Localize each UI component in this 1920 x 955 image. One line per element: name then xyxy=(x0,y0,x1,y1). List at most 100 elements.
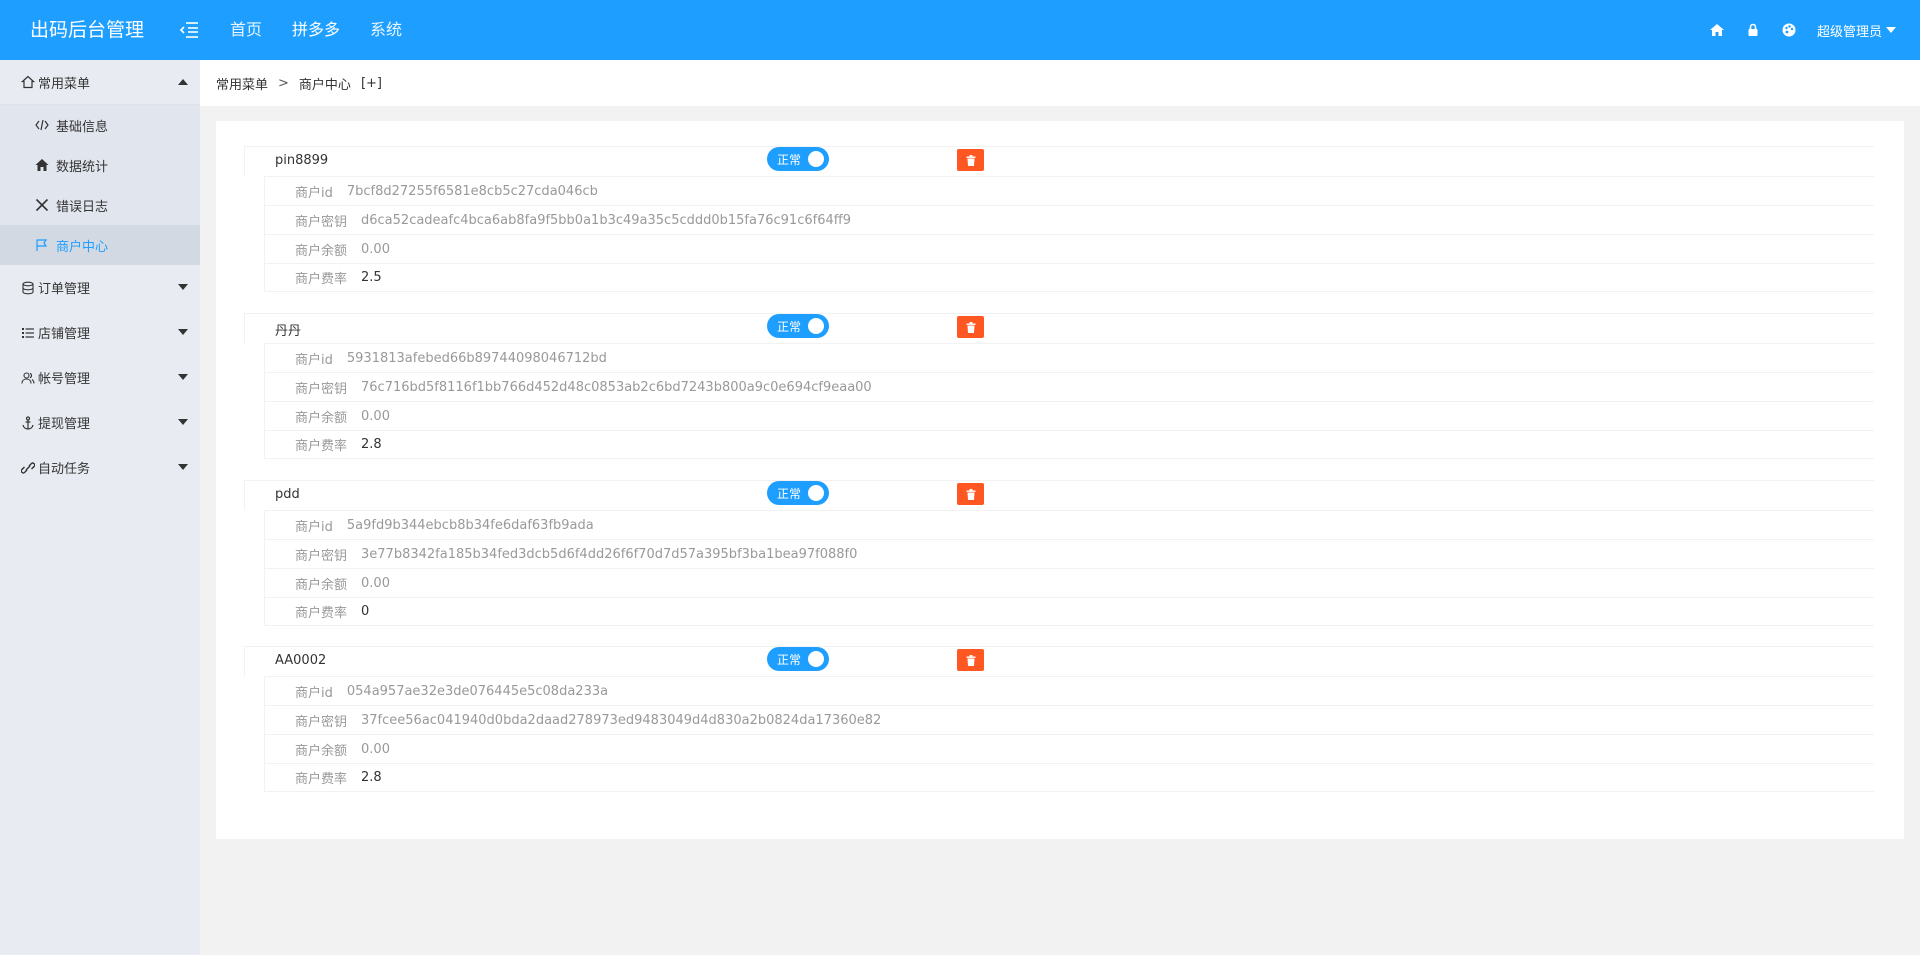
toggle-knob xyxy=(808,651,824,667)
status-toggle-label: 正常 xyxy=(777,153,802,167)
merchant-detail-rows: 商户id 5a9fd9b344ebcb8b34fe6daf63fb9ada 商户密… xyxy=(264,510,1874,626)
sidebar-group-withdraw[interactable]: 提现管理 xyxy=(0,400,200,445)
merchant-secret-value: 3e77b8342fa185b34fed3dcb5d6f4dd26f6f70d7… xyxy=(361,546,858,562)
merchant-rate-value: 0 xyxy=(361,604,370,619)
merchant-header: pdd 正常 xyxy=(244,480,1874,510)
merchant-id-row: 商户id 5931813afebed66b89744098046712bd xyxy=(265,343,1874,372)
home-icon xyxy=(34,157,50,173)
merchant-secret-label: 商户密钥 xyxy=(295,714,348,730)
sidebar-group-auto-tasks[interactable]: 自动任务 xyxy=(0,445,200,490)
merchant-list-card: pin8899 正常 商户id 7bcf8d27255f6581e8cb5c27c… xyxy=(216,121,1904,839)
merchant-name: pdd xyxy=(275,487,300,502)
status-toggle[interactable]: 正常 xyxy=(767,647,829,671)
merchant-block: 丹丹 正常 商户id 5931813afebed66b89744098046712… xyxy=(244,313,1874,459)
sidebar-group-label: 提现管理 xyxy=(38,417,91,432)
merchant-id-label: 商户id xyxy=(295,352,333,368)
merchant-header: AA0002 正常 xyxy=(244,646,1874,676)
sidebar-item-statistics[interactable]: 数据统计 xyxy=(0,145,200,185)
delete-button[interactable] xyxy=(957,149,984,171)
merchant-balance-label: 商户余额 xyxy=(295,743,348,759)
merchant-detail-rows: 商户id 054a957ae32e3de076445e5c08da233a 商户密… xyxy=(264,676,1874,792)
merchant-rate-value: 2.8 xyxy=(361,770,382,785)
status-toggle[interactable]: 正常 xyxy=(767,147,829,171)
add-merchant-button[interactable]: [+] xyxy=(361,76,382,91)
merchant-rate-row: 商户费率 2.8 xyxy=(265,430,1874,459)
merchant-secret-value: 76c716bd5f8116f1bb766d452d48c0853ab2c6bd… xyxy=(361,379,872,395)
close-icon xyxy=(34,197,50,213)
merchant-secret-label: 商户密钥 xyxy=(295,381,348,397)
merchant-rate-row: 商户费率 2.8 xyxy=(265,763,1874,792)
toggle-knob xyxy=(808,151,824,167)
merchant-balance-row: 商户余额 0.00 xyxy=(265,234,1874,263)
home-icon[interactable] xyxy=(1709,22,1725,38)
toggle-knob xyxy=(808,318,824,334)
sidebar-item-merchant-center[interactable]: 商户中心 xyxy=(0,225,200,265)
status-toggle[interactable]: 正常 xyxy=(767,314,829,338)
merchant-secret-value: 37fcee56ac041940d0bda2daad278973ed948304… xyxy=(361,712,882,728)
nav-system[interactable]: 系统 xyxy=(370,0,417,60)
trash-icon xyxy=(966,654,975,666)
toggle-knob xyxy=(808,485,824,501)
lock-icon[interactable] xyxy=(1745,22,1761,38)
merchant-balance-row: 商户余额 0.00 xyxy=(265,568,1874,597)
breadcrumb-current: 商户中心 xyxy=(298,77,351,93)
sidebar-item-label: 错误日志 xyxy=(56,199,109,215)
merchant-detail-rows: 商户id 7bcf8d27255f6581e8cb5c27cda046cb 商户密… xyxy=(264,176,1874,292)
merchant-detail-rows: 商户id 5931813afebed66b89744098046712bd 商户密… xyxy=(264,343,1874,459)
merchant-secret-label: 商户密钥 xyxy=(295,214,348,230)
merchant-rate-label: 商户费率 xyxy=(295,772,348,787)
sidebar-item-basic-info[interactable]: 基础信息 xyxy=(0,105,200,145)
merchant-balance-row: 商户余额 0.00 xyxy=(265,401,1874,430)
merchant-balance-label: 商户余额 xyxy=(295,410,348,426)
sidebar-submenu: 基础信息 数据统计 错误日志 商户中心 xyxy=(0,105,200,265)
sidebar-group-shops[interactable]: 店铺管理 xyxy=(0,310,200,355)
merchant-name: pin8899 xyxy=(275,153,329,168)
chevron-down-icon xyxy=(178,374,188,380)
sidebar-item-error-log[interactable]: 错误日志 xyxy=(0,185,200,225)
sidebar-item-label: 基础信息 xyxy=(56,119,109,135)
sidebar-group-orders[interactable]: 订单管理 xyxy=(0,265,200,310)
merchant-secret-label: 商户密钥 xyxy=(295,548,348,564)
sidebar-group-label: 常用菜单 xyxy=(38,76,91,92)
menu-toggle-icon[interactable] xyxy=(176,17,202,43)
link-icon xyxy=(20,460,36,476)
chevron-down-icon xyxy=(178,284,188,290)
merchant-balance-value: 0.00 xyxy=(361,575,390,591)
trash-icon xyxy=(966,488,975,500)
users-icon xyxy=(20,370,36,386)
merchant-id-label: 商户id xyxy=(295,185,333,201)
user-name: 超级管理员 xyxy=(1816,24,1882,40)
breadcrumb-root[interactable]: 常用菜单 xyxy=(216,74,268,93)
merchant-id-row: 商户id 054a957ae32e3de076445e5c08da233a xyxy=(265,676,1874,705)
delete-button[interactable] xyxy=(957,649,984,671)
nav-home[interactable]: 首页 xyxy=(230,0,277,60)
delete-button[interactable] xyxy=(957,483,984,505)
merchant-secret-row: 商户密钥 37fcee56ac041940d0bda2daad278973ed94… xyxy=(265,705,1874,734)
merchant-id-value: 5931813afebed66b89744098046712bd xyxy=(346,350,607,366)
nav-pinduoduo[interactable]: 拼多多 xyxy=(292,0,355,60)
merchant-secret-row: 商户密钥 d6ca52cadeafc4bca6ab8fa9f5bb0a1b3c49… xyxy=(265,205,1874,234)
user-menu[interactable]: 超级管理员 xyxy=(1817,21,1896,40)
merchant-secret-value: d6ca52cadeafc4bca6ab8fa9f5bb0a1b3c49a35c… xyxy=(361,212,851,228)
chevron-down-icon xyxy=(178,464,188,470)
app-logo: 出码后台管理 xyxy=(30,19,145,41)
delete-button[interactable] xyxy=(957,316,984,338)
theme-palette-icon[interactable] xyxy=(1781,22,1797,38)
merchant-secret-row: 商户密钥 3e77b8342fa185b34fed3dcb5d6f4dd26f6f… xyxy=(265,539,1874,568)
breadcrumb-separator: > xyxy=(278,75,289,91)
sidebar-group-common[interactable]: 常用菜单 xyxy=(0,60,200,105)
caret-down-icon xyxy=(1886,27,1896,33)
merchant-id-label: 商户id xyxy=(295,685,333,701)
breadcrumb: 常用菜单 > 商户中心 [+] xyxy=(200,60,1920,106)
merchant-header: 丹丹 正常 xyxy=(244,313,1874,343)
merchant-rate-value: 2.5 xyxy=(361,270,382,285)
merchant-balance-value: 0.00 xyxy=(361,408,390,424)
sidebar-group-accounts[interactable]: 帐号管理 xyxy=(0,355,200,400)
merchant-block: pdd 正常 商户id 5a9fd9b344ebcb8b34fe6daf63fb9… xyxy=(244,480,1874,626)
merchant-rate-label: 商户费率 xyxy=(295,606,348,621)
merchant-id-label: 商户id xyxy=(295,519,333,535)
merchant-rate-row: 商户费率 2.5 xyxy=(265,263,1874,292)
merchant-block: pin8899 正常 商户id 7bcf8d27255f6581e8cb5c27c… xyxy=(244,146,1874,292)
status-toggle[interactable]: 正常 xyxy=(767,481,829,505)
home-outline-icon xyxy=(20,74,36,90)
